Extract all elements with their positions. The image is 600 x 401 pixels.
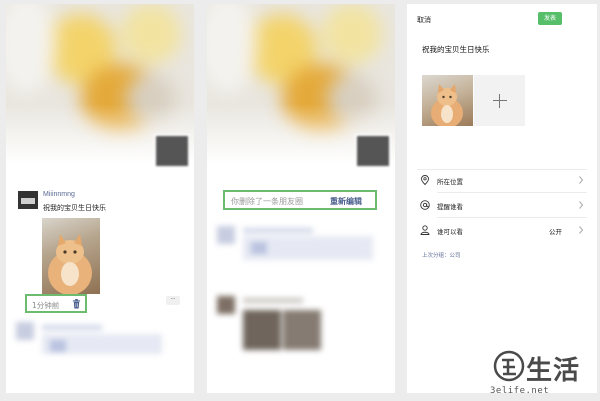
user-avatar-large[interactable]: [154, 134, 190, 168]
watermark-text: 生活: [526, 356, 581, 386]
blurred-feed-item: [217, 296, 387, 366]
visibility-value: 公开: [549, 228, 562, 236]
compose-text[interactable]: 祝我的宝贝生日快乐: [422, 44, 490, 55]
row-remind[interactable]: 提醒谁看: [417, 196, 587, 216]
divider: [437, 217, 587, 218]
post-avatar[interactable]: [18, 191, 38, 209]
chevron-right-icon: [579, 201, 584, 209]
more-options-button[interactable]: ··: [166, 296, 180, 305]
post-username[interactable]: Miiinnmng: [43, 191, 75, 198]
post-text: 祝我的宝贝生日快乐: [43, 204, 106, 212]
blurred-feed-item: [16, 322, 186, 382]
row-label: 提醒谁看: [437, 203, 463, 211]
row-location[interactable]: 所在位置: [417, 171, 587, 191]
divider: [437, 192, 587, 193]
selected-photo[interactable]: [422, 75, 473, 126]
deleted-notice-text: 你删除了一条朋友圈: [231, 197, 303, 206]
blurred-feed-item: [217, 226, 387, 286]
chevron-right-icon: [579, 226, 584, 234]
row-visibility[interactable]: 谁可以看 公开: [417, 221, 587, 241]
chevron-right-icon: [579, 176, 584, 184]
location-pin-icon: [421, 175, 429, 185]
post-time: 1分钟前: [32, 301, 60, 310]
moments-feed-panel: Miiinnmng 祝我的宝贝生日快乐 1分钟前 ··: [6, 4, 194, 393]
divider: [417, 169, 587, 170]
user-avatar-large[interactable]: [355, 134, 391, 168]
person-icon: [420, 225, 430, 235]
row-label: 所在位置: [437, 178, 463, 186]
row-label: 谁可以看: [437, 228, 463, 236]
watermark-url: 3elife.net: [490, 386, 550, 396]
time-highlight-box: 1分钟前: [25, 294, 87, 313]
add-photo-button[interactable]: [474, 75, 525, 126]
screenshot-canvas: Miiinnmng 祝我的宝贝生日快乐 1分钟前 ·· 你删除了一条朋友圈 重新…: [0, 0, 600, 401]
watermark-logo-icon: [493, 350, 525, 382]
publish-button[interactable]: 发表: [538, 12, 562, 25]
deleted-notice-box: 你删除了一条朋友圈 重新编辑: [223, 190, 377, 210]
compose-panel: 取消 发表 祝我的宝贝生日快乐 所在位置 提醒谁看 谁可以看 公开 上次分组：公…: [407, 4, 597, 393]
cancel-button[interactable]: 取消: [417, 15, 431, 25]
post-photo[interactable]: [42, 218, 100, 294]
trash-icon[interactable]: [72, 299, 81, 309]
recent-group-hint[interactable]: 上次分组：公司: [422, 251, 461, 259]
moments-deleted-panel: 你删除了一条朋友圈 重新编辑: [207, 4, 395, 393]
at-sign-icon: [420, 200, 430, 210]
site-watermark: 生活 3elife.net: [488, 346, 600, 400]
reedit-link[interactable]: 重新编辑: [330, 196, 362, 207]
